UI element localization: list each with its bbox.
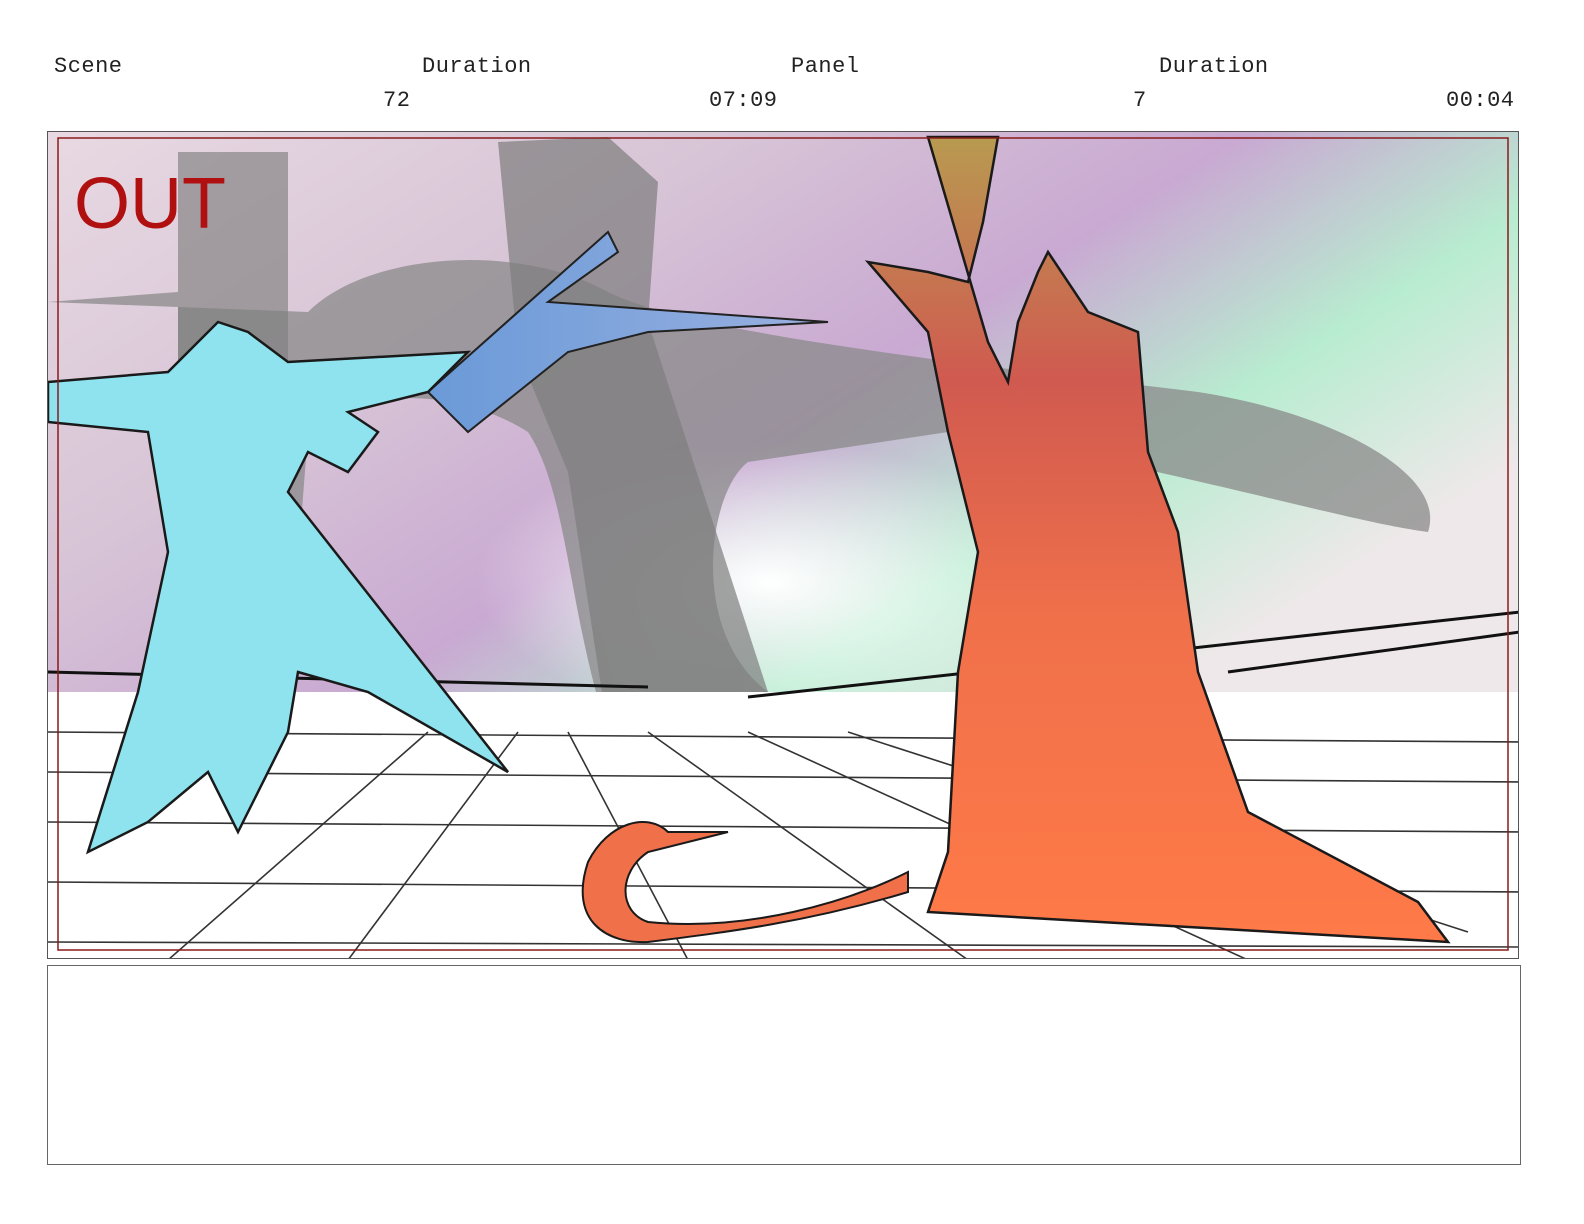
scene-duration-value: 07:09 [709,88,778,113]
panel-duration-value: 00:04 [1446,88,1515,113]
panel-artwork: OUT [48,132,1518,958]
storyboard-panel: OUT [47,131,1519,959]
scene-duration-label: Duration [422,54,532,79]
panel-duration-label: Duration [1159,54,1269,79]
scene-number: 72 [383,88,411,113]
scene-label: Scene [54,54,123,79]
notes-box[interactable] [47,965,1521,1165]
out-label: OUT [74,164,226,244]
panel-label: Panel [791,54,860,79]
panel-number: 7 [1133,88,1147,113]
